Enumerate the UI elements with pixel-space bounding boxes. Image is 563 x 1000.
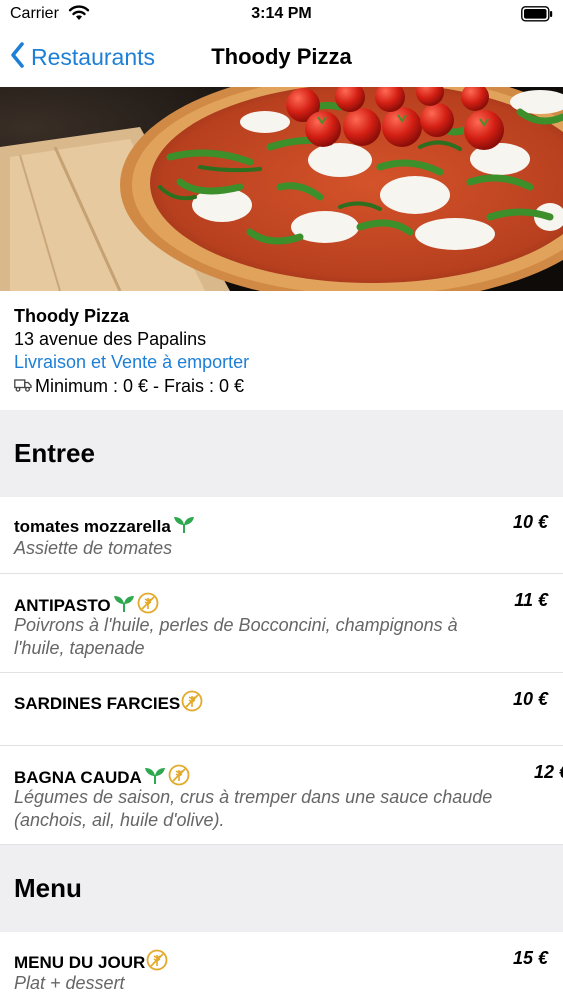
menu-item-price: 10 € xyxy=(512,689,548,709)
menu-item-bagna-cauda[interactable]: BAGNA CAUDA Légumes de saison, crus à tr… xyxy=(0,746,563,845)
clock-time: 3:14 PM xyxy=(251,5,312,22)
menu-item-description: Légumes de saison, crus à tremper dans u… xyxy=(14,787,493,830)
menu-item-price: 11 € xyxy=(514,590,548,610)
menu-item-price: 12 € xyxy=(534,762,563,782)
section-header-entree: Entree xyxy=(0,410,563,497)
service-type-link[interactable]: Livraison et Vente à emporter xyxy=(14,351,549,374)
battery-icon xyxy=(521,6,553,27)
menu-item-name: MENU DU JOUR xyxy=(14,952,146,972)
status-bar: Carrier 3:14 PM xyxy=(0,0,563,30)
menu-item-name: BAGNA CAUDA xyxy=(14,767,142,787)
menu-item-description: Assiette de tomates xyxy=(14,538,173,558)
menu-item-name: ANTIPASTO xyxy=(14,595,111,615)
leaf-icon xyxy=(172,514,196,539)
restaurant-hero-image xyxy=(0,87,563,291)
menu-item-price: 10 € xyxy=(512,512,548,532)
menu-item-name: SARDINES FARCIES xyxy=(14,693,181,713)
menu-item-description: Poivrons à l'huile, perles de Bocconcini… xyxy=(14,615,458,658)
menu-item-name-row: SARDINES FARCIES xyxy=(14,690,203,717)
menu-item-sardines-farcies[interactable]: SARDINES FARCIES 10 € xyxy=(0,673,563,746)
restaurant-address: 13 avenue des Papalins xyxy=(14,329,207,349)
menu-item-name-row: tomates mozzarella xyxy=(14,514,196,539)
menu-item-name: tomates mozzarella xyxy=(14,516,171,536)
gluten-free-icon xyxy=(181,690,203,717)
section-title: Menu xyxy=(14,873,82,903)
menu-item-tomates-mozzarella[interactable]: tomates mozzarella Assiette de tomates 1… xyxy=(0,497,563,574)
navigation-bar: Restaurants Thoody Pizza xyxy=(0,30,563,87)
delivery-minimum-text: Minimum : 0 € - Frais : 0 € xyxy=(35,376,245,396)
restaurant-name: Thoody Pizza xyxy=(14,306,130,326)
menu-item-price: 15 € xyxy=(512,948,548,968)
section-header-menu: Menu xyxy=(0,845,563,932)
menu-item-description: Plat + dessert xyxy=(14,973,125,993)
restaurant-info: Thoody Pizza 13 avenue des Papalins Livr… xyxy=(0,291,563,410)
truck-icon xyxy=(14,374,35,398)
delivery-minimum: Minimum : 0 € - Frais : 0 € xyxy=(14,374,549,398)
page-title: Thoody Pizza xyxy=(211,44,352,69)
section-title: Entree xyxy=(14,438,95,468)
menu-item-menu-du-jour[interactable]: MENU DU JOUR Plat + dessert 15 € xyxy=(0,932,563,1000)
menu-item-antipasto[interactable]: ANTIPASTO Poivrons à l'huile, perles de … xyxy=(0,574,563,673)
